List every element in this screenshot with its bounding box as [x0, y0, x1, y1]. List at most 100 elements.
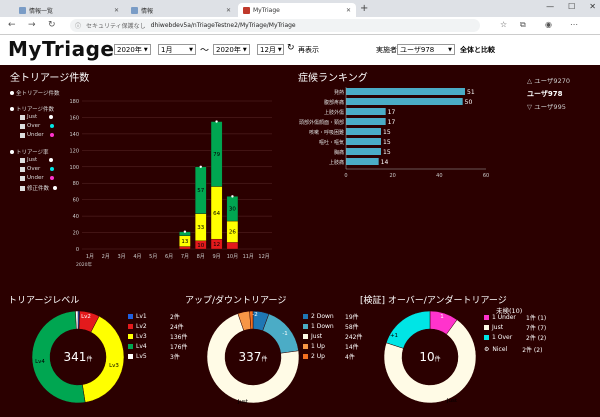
ranking-bar	[346, 98, 463, 105]
y-tick-label: 160	[69, 115, 79, 121]
legend-item[interactable]: 2 Up 4件	[303, 353, 355, 361]
ranking-value: 17	[388, 119, 396, 126]
legend-item[interactable]: 2 Down 19件	[303, 313, 359, 321]
up-down-title: アップ/ダウントリアージ	[185, 296, 287, 306]
chevron-down-icon: ▼	[448, 46, 452, 53]
legend-count-just[interactable]: Just	[20, 114, 54, 120]
legend-count: 136件	[170, 334, 188, 341]
legend-item[interactable]: Lv5 3件	[128, 353, 180, 361]
legend-item[interactable]: 1 Down 58件	[303, 323, 359, 331]
ranking-bar	[346, 128, 381, 135]
new-tab-button[interactable]: +	[360, 3, 368, 14]
ranking-label: 咳嗽・呼吸困難	[309, 129, 344, 136]
donut-center-value: 337件	[239, 350, 268, 364]
to-month-select[interactable]: 12月 ▼	[257, 44, 284, 55]
ranking-value: 15	[383, 139, 391, 146]
next-user-link[interactable]: ▽ ユーザ995	[527, 101, 566, 111]
back-icon[interactable]: ←	[8, 20, 16, 30]
browser-tab-3[interactable]: MyTriage ✕	[238, 3, 356, 17]
close-icon[interactable]: ✕	[114, 7, 119, 14]
ranking-bar	[346, 108, 386, 115]
legend-swatch	[128, 354, 133, 359]
collections-icon[interactable]: ⧉	[520, 20, 526, 30]
star-icon[interactable]: ☆	[500, 20, 507, 29]
close-icon[interactable]: ✕	[346, 7, 351, 14]
profile-icon[interactable]: ◉	[545, 20, 552, 29]
legend-label: Over	[27, 123, 41, 129]
x-tick-label: 7月	[181, 254, 189, 260]
legend-count: 242件	[345, 334, 363, 341]
x-tick-label: 2月	[102, 254, 110, 260]
legend-item[interactable]: Lv4 176件	[128, 343, 187, 351]
reload-icon[interactable]: ↻	[48, 20, 56, 30]
legend-rate-just[interactable]: Just	[20, 157, 54, 163]
legend-item[interactable]: Just 242件	[303, 333, 362, 341]
checkbox-icon	[20, 185, 25, 191]
donut-slice-label: Just	[237, 399, 249, 405]
legend-label: トリアージ件数	[16, 107, 55, 113]
y-tick-label: 40	[73, 214, 79, 220]
x-tick-label: 8月	[197, 254, 205, 260]
x-tick-label: 5月	[149, 254, 157, 260]
menu-icon[interactable]: ⋯	[570, 20, 578, 29]
marker-icon	[49, 158, 54, 162]
ranking-bar	[346, 138, 381, 145]
legend-count: 58件	[345, 324, 359, 331]
legend-group-rate[interactable]: トリアージ率	[10, 148, 49, 156]
legend-item[interactable]: 1 Over 2件 (2)	[484, 334, 546, 342]
legend-count: 2件 (2)	[526, 335, 547, 342]
marker-icon	[53, 186, 58, 190]
close-window-button[interactable]: ✕	[589, 2, 596, 11]
legend-count-under[interactable]: Under	[20, 132, 54, 138]
from-year-select[interactable]: 2020年 ▼	[114, 44, 151, 55]
to-year-select[interactable]: 2020年 ▼	[213, 44, 250, 55]
legend-group-count[interactable]: トリアージ件数	[10, 105, 54, 113]
legend-count: 24件	[170, 324, 184, 331]
window-controls: — ☐ ✕	[546, 2, 596, 11]
executor-value: ユーザ978	[400, 45, 435, 54]
donut-slice	[262, 313, 299, 354]
x-tick-label: 1月	[86, 254, 94, 260]
executor-select[interactable]: ユーザ978 ▼	[397, 44, 455, 55]
prev-user-link[interactable]: △ ユーザ9270	[527, 75, 570, 85]
close-icon[interactable]: ✕	[226, 7, 231, 14]
legend-label: Just	[311, 333, 323, 340]
bar-value-label: 10	[197, 243, 204, 249]
legend-rate-under[interactable]: Under	[20, 175, 54, 181]
ranking-bar	[346, 148, 381, 155]
marker-icon	[50, 124, 55, 128]
from-month-value: 1月	[161, 45, 173, 54]
compare-all-button[interactable]: 全体と比較	[460, 45, 495, 55]
refresh-button[interactable]: 再表示	[298, 45, 319, 55]
maximize-button[interactable]: ☐	[568, 2, 575, 11]
tab-label: 情報	[141, 7, 154, 15]
legend-label: Lv1	[136, 313, 147, 320]
minimize-button[interactable]: —	[546, 2, 554, 11]
up-down-donut: 337件 -2 -1 Just	[206, 310, 300, 405]
triage-level-title: トリアージレベル	[8, 296, 80, 306]
legend-all-count[interactable]: 全トリアージ件数	[10, 89, 60, 97]
checkbox-icon	[20, 114, 25, 120]
legend-rate-over[interactable]: Over	[20, 166, 55, 172]
legend-item[interactable]: 1 Up 14件	[303, 343, 359, 351]
legend-item[interactable]: Lv3 136件	[128, 333, 187, 341]
legend-item[interactable]: Just 7件 (7)	[484, 324, 546, 332]
legend-count: 14件	[345, 344, 359, 351]
browser-tab-1[interactable]: 情報一覧 ✕	[14, 3, 124, 17]
forward-icon[interactable]: →	[28, 20, 36, 30]
legend-item[interactable]: Lv1 2件	[128, 313, 180, 321]
url-field[interactable]: ⓘ セキュリティ保護なし dhiwebdev5a/nTriageTestne2/…	[70, 19, 480, 32]
browser-tab-2[interactable]: 情報 ✕	[126, 3, 236, 17]
legend-label: Just	[492, 324, 504, 331]
legend-extra: ⚙ Nicel 2件 (2)	[484, 345, 542, 354]
bar-value-label: 12	[213, 242, 220, 248]
legend-item[interactable]: Lv2 24件	[128, 323, 184, 331]
refresh-icon[interactable]: ↻	[287, 43, 295, 53]
legend-item[interactable]: 1 Under 1件 (1)	[484, 314, 546, 322]
radio-icon	[10, 150, 14, 154]
from-month-select[interactable]: 1月 ▼	[158, 44, 196, 55]
legend-count: 7件 (7)	[526, 325, 547, 332]
legend-count-over[interactable]: Over	[20, 123, 55, 129]
x-tick-label: 10月	[227, 254, 238, 260]
legend-rate-corrected[interactable]: 修正件数	[20, 184, 58, 192]
